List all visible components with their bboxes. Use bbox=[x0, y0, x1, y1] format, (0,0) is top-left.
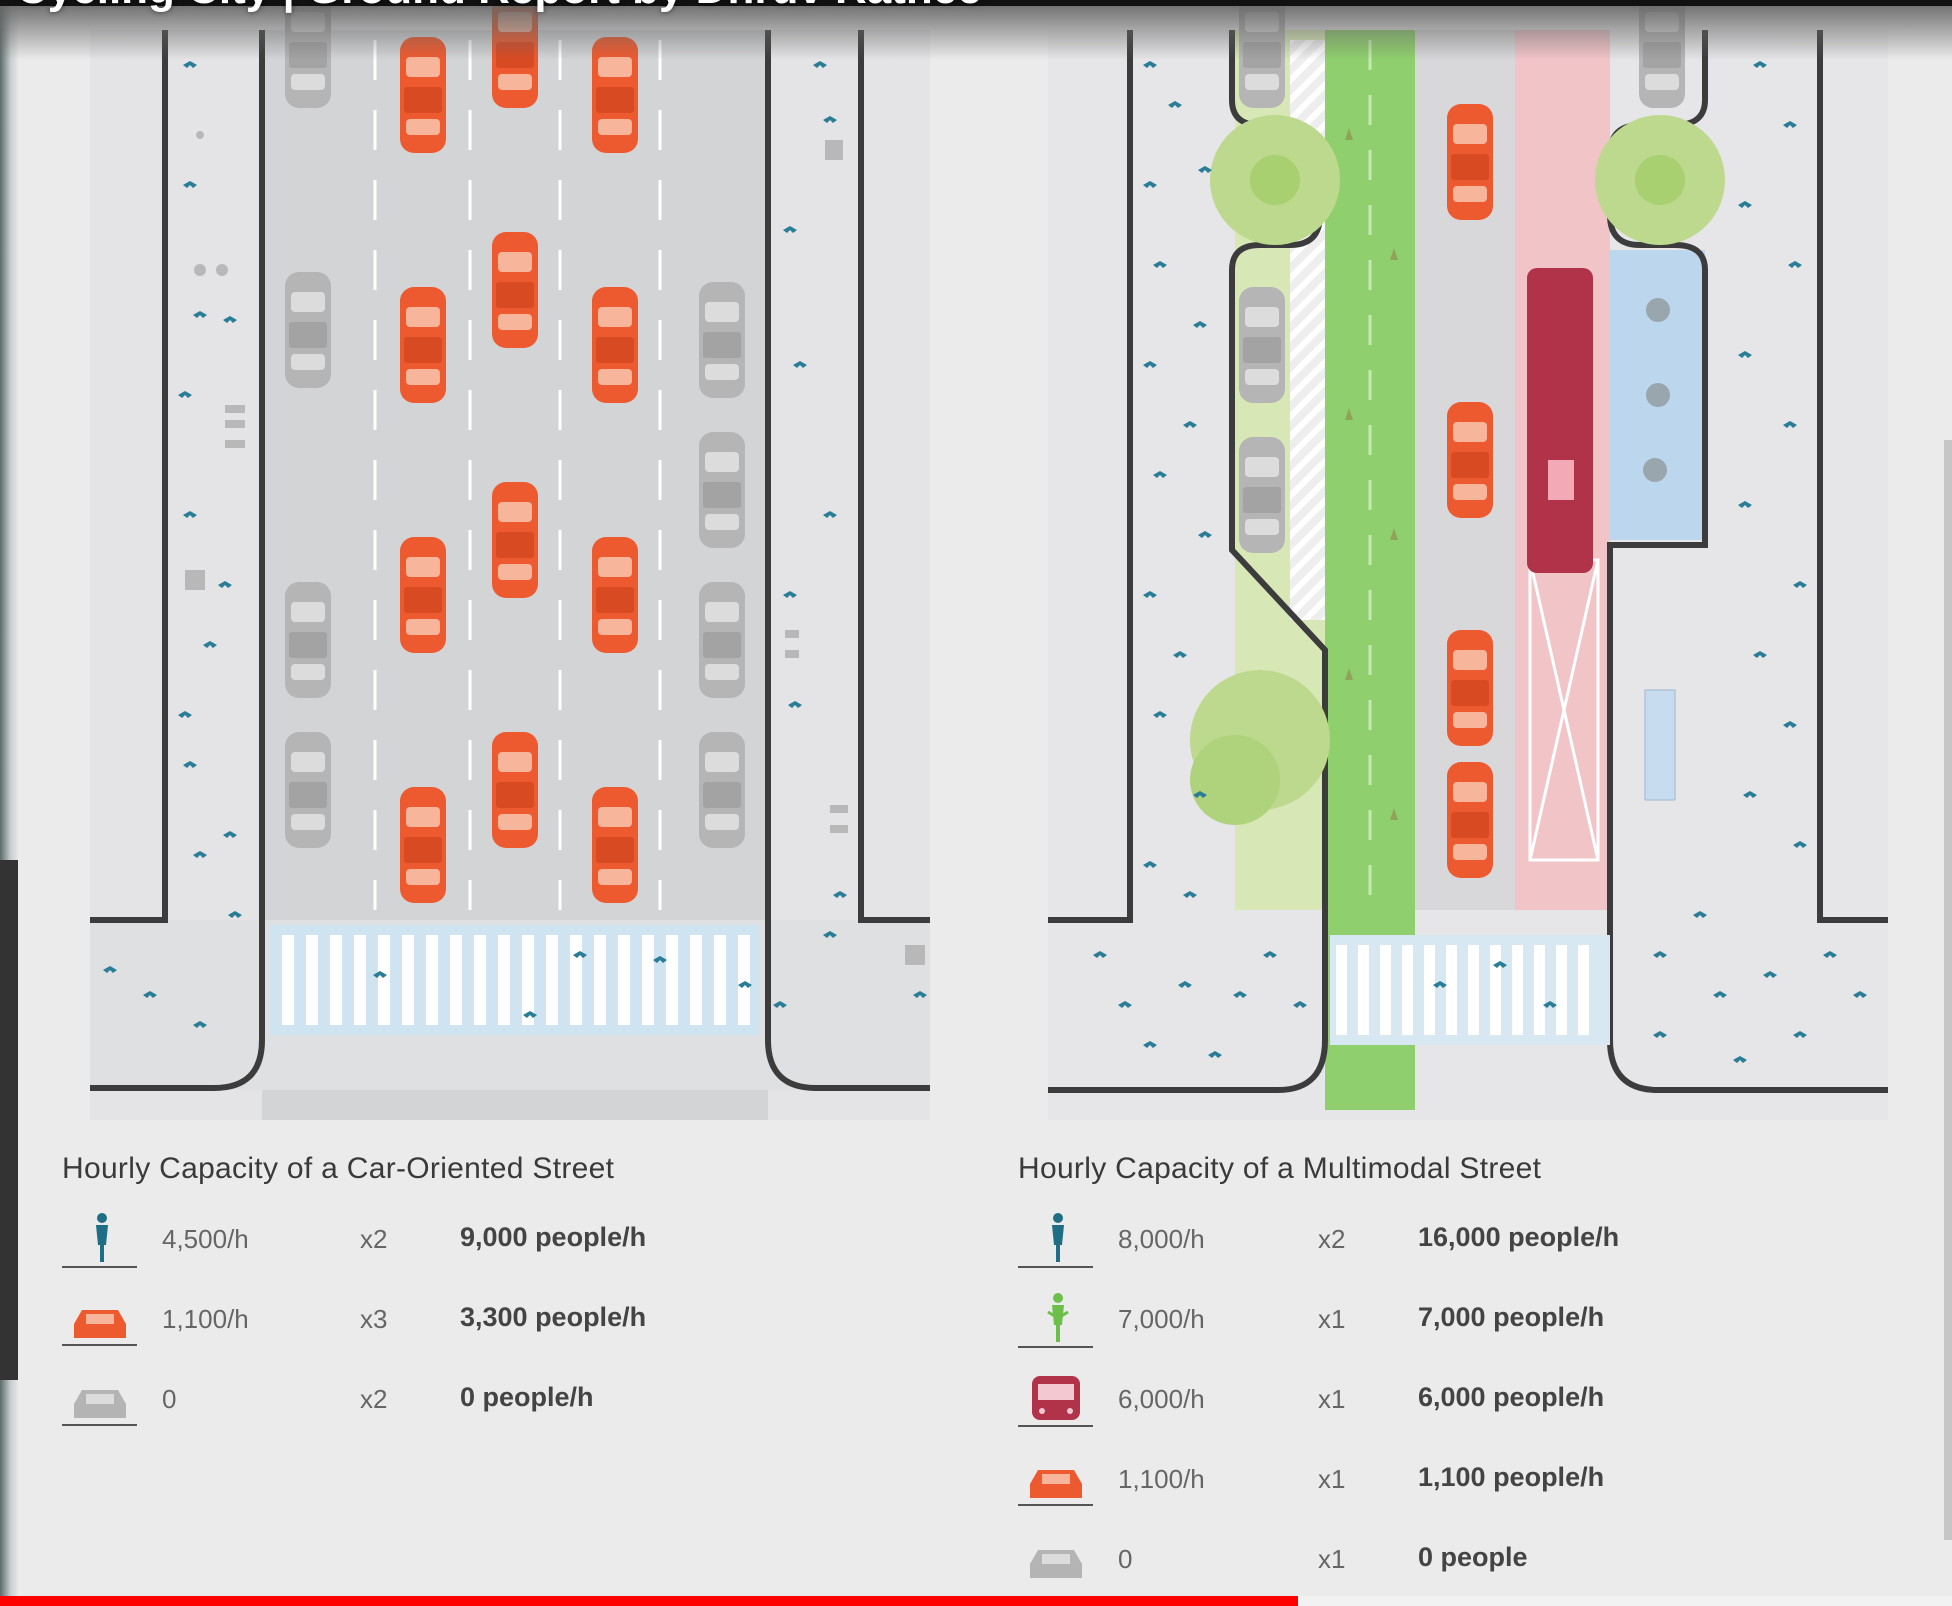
multiplier-value: x1 bbox=[1318, 1384, 1346, 1414]
car-red-icon bbox=[62, 1310, 137, 1346]
multiplier-value: x2 bbox=[1318, 1224, 1346, 1254]
rate-value: 7,000/h bbox=[1118, 1304, 1205, 1334]
rate-value: 1,100/h bbox=[162, 1304, 249, 1334]
rate-value: 8,000/h bbox=[1118, 1224, 1205, 1254]
total-value: 9,000 people/h bbox=[460, 1222, 647, 1252]
street-plans-illustration bbox=[90, 0, 1888, 1120]
table-row: 0 x1 0 people bbox=[1018, 1530, 1818, 1590]
video-progress-fill[interactable] bbox=[0, 1596, 1299, 1606]
multimodal-street-plan bbox=[1048, 0, 1888, 1120]
car-grey-icon bbox=[1030, 1550, 1082, 1578]
multimodal-street-title: Hourly Capacity of a Multimodal Street bbox=[1018, 1152, 1542, 1185]
rate-value: 0 bbox=[162, 1384, 177, 1414]
total-value: 0 people/h bbox=[460, 1382, 594, 1412]
table-row: 4,500/h x2 9,000 people/h bbox=[62, 1210, 762, 1270]
pedestrian-icon bbox=[62, 1213, 137, 1268]
multiplier-value: x2 bbox=[360, 1224, 388, 1254]
cyclist-icon bbox=[1018, 1293, 1093, 1348]
bus-icon bbox=[1018, 1376, 1093, 1427]
rate-value: 4,500/h bbox=[162, 1224, 249, 1254]
car-street-title: Hourly Capacity of a Car-Oriented Street bbox=[62, 1152, 615, 1185]
multiplier-value: x1 bbox=[1318, 1544, 1346, 1574]
multiplier-value: x2 bbox=[360, 1384, 388, 1414]
total-value: 1,100 people/h bbox=[1418, 1462, 1605, 1492]
multiplier-value: x3 bbox=[360, 1304, 388, 1334]
video-title: Cycling City | Ground Report by Dhruv Ra… bbox=[16, 0, 982, 14]
total-value: 0 people bbox=[1418, 1542, 1528, 1572]
multiplier-value: x1 bbox=[1318, 1304, 1346, 1334]
table-row: 6,000/h x1 6,000 people/h bbox=[1018, 1370, 1818, 1430]
pedestrian-icon bbox=[1018, 1213, 1093, 1268]
rate-value: 1,100/h bbox=[1118, 1464, 1205, 1494]
rate-value: 6,000/h bbox=[1118, 1384, 1205, 1414]
table-row: 1,100/h x1 1,100 people/h bbox=[1018, 1450, 1818, 1510]
multiplier-value: x1 bbox=[1318, 1464, 1346, 1494]
table-row: 0 x2 0 people/h bbox=[62, 1370, 762, 1430]
total-value: 6,000 people/h bbox=[1418, 1382, 1605, 1412]
total-value: 7,000 people/h bbox=[1418, 1302, 1605, 1332]
table-row: 8,000/h x2 16,000 people/h bbox=[1018, 1210, 1818, 1270]
table-row: 1,100/h x3 3,300 people/h bbox=[62, 1290, 762, 1350]
table-row: 7,000/h x1 7,000 people/h bbox=[1018, 1290, 1818, 1350]
total-value: 3,300 people/h bbox=[460, 1302, 647, 1332]
car-red-icon bbox=[1018, 1470, 1093, 1506]
rate-value: 0 bbox=[1118, 1544, 1133, 1574]
total-value: 16,000 people/h bbox=[1418, 1222, 1620, 1252]
car-grey-icon bbox=[62, 1390, 137, 1426]
car-street-plan bbox=[90, 0, 930, 1120]
video-frame[interactable]: Cycling City | Ground Report by Dhruv Ra… bbox=[0, 0, 1952, 1606]
